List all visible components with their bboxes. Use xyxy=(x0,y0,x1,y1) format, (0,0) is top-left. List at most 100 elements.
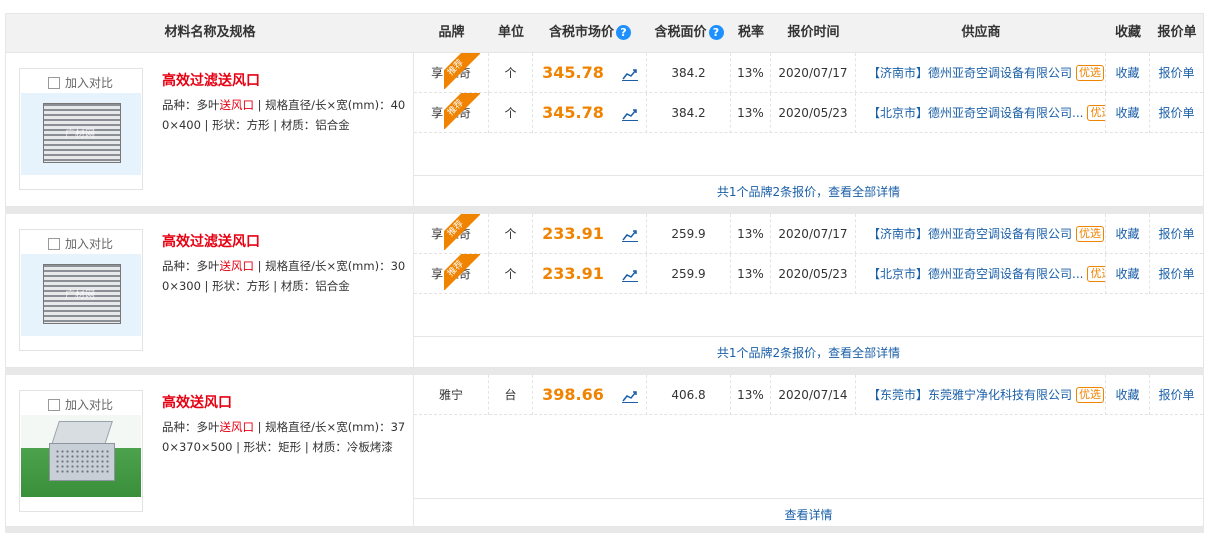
trend-chart-icon[interactable] xyxy=(621,228,638,242)
spec-prefix: 品种：多叶 xyxy=(162,98,220,112)
quote-sheet-link[interactable]: 报价单 xyxy=(1158,227,1194,241)
diffuser-box-image[interactable] xyxy=(21,415,141,497)
section-gap xyxy=(5,368,1204,375)
product-thumbnail[interactable]: 加入对比 广材网 xyxy=(19,68,143,190)
help-icon[interactable]: ? xyxy=(708,25,724,40)
quote-sheet-link[interactable]: 报价单 xyxy=(1158,388,1194,402)
product-card: 加入对比 高效送风口 品种：多叶送风口 | 规格直径/长×宽(mm)：370×3… xyxy=(5,375,1204,527)
add-compare-checkbox[interactable]: 加入对比 xyxy=(48,74,113,91)
market-price-cell: 233.91 xyxy=(533,254,613,294)
supplier-city[interactable]: 【东莞市】 xyxy=(868,388,928,402)
air-grille-image[interactable]: 广材网 xyxy=(21,254,141,336)
trend-cell xyxy=(613,375,647,415)
product-info: 加入对比 高效送风口 品种：多叶送风口 | 规格直径/长×宽(mm)：370×3… xyxy=(6,375,414,527)
view-all-details-link[interactable]: 共1个品牌2条报价，查看全部详情 xyxy=(414,336,1203,368)
supplier-cell: 【北京市】德州亚奇空调设备有限公司... 优选 xyxy=(856,93,1106,133)
trend-cell xyxy=(613,254,647,294)
header-face-price: 含税面价? xyxy=(647,14,731,52)
preferred-badge: 优选 xyxy=(1076,226,1105,242)
product-name[interactable]: 高效过滤送风口 xyxy=(162,70,260,90)
spec-prefix: 品种：多叶 xyxy=(162,420,220,434)
quote-row: 享·亚奇 个 345.78 384.2 13% 2020/05/23 【北京市】… xyxy=(414,93,1203,133)
trend-chart-icon[interactable] xyxy=(621,389,638,403)
supplier-city[interactable]: 【济南市】 xyxy=(868,66,928,80)
help-icon[interactable]: ? xyxy=(616,25,631,40)
header-supplier: 供应商 xyxy=(961,25,1001,40)
preferred-badge: 优选 xyxy=(1087,266,1105,282)
recommended-badge: 推荐 xyxy=(444,214,480,250)
spec-highlight: 送风口 xyxy=(219,420,255,434)
product-name[interactable]: 高效过滤送风口 xyxy=(162,231,260,251)
preferred-badge: 优选 xyxy=(1087,105,1105,121)
favorite-link[interactable]: 收藏 xyxy=(1115,106,1139,120)
favorite-link[interactable]: 收藏 xyxy=(1115,227,1139,241)
quote-sheet-link[interactable]: 报价单 xyxy=(1158,66,1194,80)
diffuser-box-icon xyxy=(47,421,117,483)
spec-prefix: 品种：多叶 xyxy=(162,259,220,273)
recommended-label: 推荐 xyxy=(444,254,480,290)
header-tax-rate: 税率 xyxy=(737,25,764,40)
view-all-details-link[interactable]: 共1个品牌2条报价，查看全部详情 xyxy=(414,175,1203,207)
favorite-link[interactable]: 收藏 xyxy=(1115,66,1139,80)
header-quote-sheet: 报价单 xyxy=(1157,25,1197,40)
quote-sheet-link[interactable]: 报价单 xyxy=(1158,267,1194,281)
checkbox-icon[interactable] xyxy=(48,238,60,250)
tax-cell: 13% xyxy=(731,375,771,415)
product-name[interactable]: 高效送风口 xyxy=(162,392,232,412)
favorite-link[interactable]: 收藏 xyxy=(1115,388,1139,402)
recommended-label: 推荐 xyxy=(444,53,480,89)
supplier-city[interactable]: 【北京市】 xyxy=(868,106,928,120)
add-compare-checkbox[interactable]: 加入对比 xyxy=(48,396,113,413)
quote-sheet-cell: 报价单 xyxy=(1150,93,1203,133)
add-compare-checkbox[interactable]: 加入对比 xyxy=(48,235,113,252)
quote-sheet-cell: 报价单 xyxy=(1150,53,1203,93)
supplier-city[interactable]: 【济南市】 xyxy=(868,227,928,241)
market-price: 233.91 xyxy=(542,264,604,283)
header-favorite: 收藏 xyxy=(1114,25,1141,40)
header-quote-time: 报价时间 xyxy=(787,25,840,40)
header-market-price: 含税市场价? xyxy=(533,14,647,52)
box-top xyxy=(51,421,113,445)
product-info: 加入对比 广材网 高效过滤送风口 品种：多叶送风口 | 规格直径/长×宽(mm)… xyxy=(6,53,414,207)
preferred-badge: 优选 xyxy=(1076,387,1105,403)
tax-cell: 13% xyxy=(731,254,771,294)
date-cell: 2020/05/23 xyxy=(771,93,856,133)
product-info: 加入对比 广材网 高效过滤送风口 品种：多叶送风口 | 规格直径/长×宽(mm)… xyxy=(6,214,414,368)
supplier-city[interactable]: 【北京市】 xyxy=(868,267,928,281)
trend-chart-icon[interactable] xyxy=(621,67,638,81)
supplier-link[interactable]: 德州亚奇空调设备有限公司... xyxy=(928,106,1083,120)
checkbox-icon[interactable] xyxy=(48,399,60,411)
divider xyxy=(6,526,1203,527)
header-market-price-label: 含税市场价 xyxy=(548,25,614,40)
trend-chart-icon[interactable] xyxy=(621,268,638,282)
air-grille-image[interactable]: 广材网 xyxy=(21,93,141,175)
trend-cell xyxy=(613,93,647,133)
quote-sheet-link[interactable]: 报价单 xyxy=(1158,106,1194,120)
section-gap xyxy=(5,207,1204,214)
recommended-badge: 推荐 xyxy=(444,254,480,290)
divider xyxy=(6,206,1203,207)
divider xyxy=(6,367,1203,368)
recommended-label: 推荐 xyxy=(444,214,480,250)
favorite-cell: 收藏 xyxy=(1106,375,1150,415)
watermark: 广材网 xyxy=(65,129,95,140)
supplier-link[interactable]: 德州亚奇空调设备有限公司... xyxy=(928,267,1083,281)
quote-row: 享·亚奇 个 345.78 384.2 13% 2020/07/17 【济南市】… xyxy=(414,53,1203,93)
favorite-link[interactable]: 收藏 xyxy=(1115,267,1139,281)
tax-cell: 13% xyxy=(731,214,771,254)
quote-row: 享·亚奇 个 233.91 259.9 13% 2020/05/23 【北京市】… xyxy=(414,254,1203,294)
spec-highlight: 送风口 xyxy=(219,259,255,273)
unit-cell: 个 xyxy=(489,93,533,133)
product-thumbnail[interactable]: 加入对比 xyxy=(19,390,143,512)
header-face-price-label: 含税面价 xyxy=(654,25,707,40)
supplier-link[interactable]: 德州亚奇空调设备有限公司 xyxy=(928,66,1072,80)
trend-chart-icon[interactable] xyxy=(621,107,638,121)
face-price-cell: 259.9 xyxy=(647,214,731,254)
header-unit: 单位 xyxy=(497,25,524,40)
supplier-link[interactable]: 德州亚奇空调设备有限公司 xyxy=(928,227,1072,241)
supplier-link[interactable]: 东莞雅宁净化科技有限公司 xyxy=(928,388,1072,402)
product-thumbnail[interactable]: 加入对比 广材网 xyxy=(19,229,143,351)
face-price-cell: 259.9 xyxy=(647,254,731,294)
checkbox-icon[interactable] xyxy=(48,77,60,89)
face-price-cell: 384.2 xyxy=(647,93,731,133)
